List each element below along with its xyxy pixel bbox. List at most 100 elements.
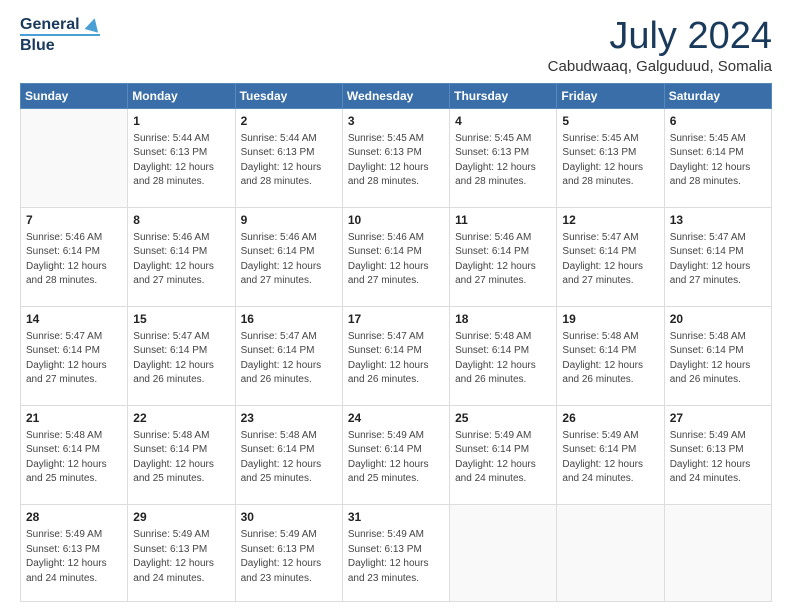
day-number: 5 xyxy=(562,113,658,130)
weekday-header: Friday xyxy=(557,83,664,108)
day-number: 13 xyxy=(670,212,766,229)
calendar-cell: 29Sunrise: 5:49 AM Sunset: 6:13 PM Dayli… xyxy=(128,505,235,602)
day-info: Sunrise: 5:48 AM Sunset: 6:14 PM Dayligh… xyxy=(26,429,122,487)
day-info: Sunrise: 5:49 AM Sunset: 6:14 PM Dayligh… xyxy=(562,429,658,487)
calendar-cell: 8 Sunrise: 5:46 AM Sunset: 6:14 PM Daylig… xyxy=(128,207,235,306)
day-number: 31 xyxy=(348,509,444,526)
day-number: 1 xyxy=(133,113,229,130)
calendar-week-row: 28 Sunrise: 5:49 AM Sunset: 6:13 PM Dayli… xyxy=(21,505,772,602)
day-info: Sunrise: 5:46 AM Sunset: 6:14 PM Dayligh… xyxy=(455,231,551,289)
day-number: 8 xyxy=(133,212,229,229)
day-number: 15 xyxy=(133,311,229,328)
day-info: Sunrise: 5:46 AM Sunset: 6:14 PM Dayligh… xyxy=(133,231,229,289)
calendar-cell: 4 Sunrise: 5:45 AM Sunset: 6:13 PM Daylig… xyxy=(450,108,557,207)
day-info: Sunrise: 5:47 AM Sunset: 6:14 PM Dayligh… xyxy=(241,330,337,388)
calendar-cell: 16 Sunrise: 5:47 AM Sunset: 6:14 PM Dayli… xyxy=(235,307,342,406)
day-number: 19 xyxy=(562,311,658,328)
page: General Blue July 2024 Cabudwaaq, Galgud… xyxy=(0,0,792,612)
day-info: Sunrise: 5:47 AM Sunset: 6:14 PM Dayligh… xyxy=(133,330,229,388)
day-info: Sunrise: 5:45 AM Sunset: 6:13 PM Dayligh… xyxy=(562,132,658,190)
day-number: 25 xyxy=(455,410,551,427)
calendar-cell: 20 Sunrise: 5:48 AM Sunset: 6:14 PM Dayli… xyxy=(664,307,771,406)
day-info: Sunrise: 5:47 AM Sunset: 6:14 PM Dayligh… xyxy=(348,330,444,388)
day-number: 28 xyxy=(26,509,122,526)
day-number: 4 xyxy=(455,113,551,130)
day-number: 14 xyxy=(26,311,122,328)
weekday-header: Tuesday xyxy=(235,83,342,108)
calendar-cell: 30 Sunrise: 5:49 AM Sunset: 6:13 PM Dayli… xyxy=(235,505,342,602)
weekday-header: Sunday xyxy=(21,83,128,108)
day-info: Sunrise: 5:46 AM Sunset: 6:14 PM Dayligh… xyxy=(26,231,122,289)
day-number: 11 xyxy=(455,212,551,229)
calendar-body: 1 Sunrise: 5:44 AM Sunset: 6:13 PM Daylig… xyxy=(21,108,772,601)
day-number: 6 xyxy=(670,113,766,130)
calendar-cell: 6Sunrise: 5:45 AM Sunset: 6:14 PM Daylig… xyxy=(664,108,771,207)
main-title: July 2024 xyxy=(548,16,772,58)
day-info: Sunrise: 5:49 AM Sunset: 6:13 PM Dayligh… xyxy=(26,528,122,586)
calendar-cell: 25Sunrise: 5:49 AM Sunset: 6:14 PM Dayli… xyxy=(450,406,557,505)
day-number: 24 xyxy=(348,410,444,427)
logo-brand: General Blue xyxy=(20,16,100,54)
day-info: Sunrise: 5:48 AM Sunset: 6:14 PM Dayligh… xyxy=(133,429,229,487)
day-info: Sunrise: 5:45 AM Sunset: 6:13 PM Dayligh… xyxy=(348,132,444,190)
day-number: 26 xyxy=(562,410,658,427)
day-info: Sunrise: 5:49 AM Sunset: 6:14 PM Dayligh… xyxy=(348,429,444,487)
calendar-cell: 23Sunrise: 5:48 AM Sunset: 6:14 PM Dayli… xyxy=(235,406,342,505)
day-info: Sunrise: 5:48 AM Sunset: 6:14 PM Dayligh… xyxy=(562,330,658,388)
calendar-cell: 2 Sunrise: 5:44 AM Sunset: 6:13 PM Daylig… xyxy=(235,108,342,207)
calendar-cell: 21 Sunrise: 5:48 AM Sunset: 6:14 PM Dayli… xyxy=(21,406,128,505)
calendar-cell: 12Sunrise: 5:47 AM Sunset: 6:14 PM Dayli… xyxy=(557,207,664,306)
logo-text: General Blue xyxy=(20,16,100,54)
day-info: Sunrise: 5:49 AM Sunset: 6:13 PM Dayligh… xyxy=(670,429,766,487)
day-number: 23 xyxy=(241,410,337,427)
day-number: 30 xyxy=(241,509,337,526)
day-number: 10 xyxy=(348,212,444,229)
calendar-cell: 28 Sunrise: 5:49 AM Sunset: 6:13 PM Dayli… xyxy=(21,505,128,602)
weekday-header: Saturday xyxy=(664,83,771,108)
calendar-cell: 14 Sunrise: 5:47 AM Sunset: 6:14 PM Dayli… xyxy=(21,307,128,406)
calendar-cell: 11 Sunrise: 5:46 AM Sunset: 6:14 PM Dayli… xyxy=(450,207,557,306)
calendar-header: SundayMondayTuesdayWednesdayThursdayFrid… xyxy=(21,83,772,108)
day-number: 27 xyxy=(670,410,766,427)
day-number: 3 xyxy=(348,113,444,130)
logo-blue: Blue xyxy=(20,34,100,55)
calendar-week-row: 21 Sunrise: 5:48 AM Sunset: 6:14 PM Dayli… xyxy=(21,406,772,505)
day-number: 16 xyxy=(241,311,337,328)
weekday-header: Wednesday xyxy=(342,83,449,108)
day-number: 2 xyxy=(241,113,337,130)
day-info: Sunrise: 5:48 AM Sunset: 6:14 PM Dayligh… xyxy=(670,330,766,388)
calendar-cell xyxy=(557,505,664,602)
logo-triangle-icon xyxy=(85,17,102,33)
logo-general: General xyxy=(20,16,100,34)
day-number: 7 xyxy=(26,212,122,229)
calendar-cell: 9Sunrise: 5:46 AM Sunset: 6:14 PM Daylig… xyxy=(235,207,342,306)
day-number: 18 xyxy=(455,311,551,328)
calendar-cell: 26 Sunrise: 5:49 AM Sunset: 6:14 PM Dayli… xyxy=(557,406,664,505)
day-number: 20 xyxy=(670,311,766,328)
calendar-cell xyxy=(21,108,128,207)
day-info: Sunrise: 5:47 AM Sunset: 6:14 PM Dayligh… xyxy=(26,330,122,388)
calendar-cell: 1Sunrise: 5:44 AM Sunset: 6:13 PM Daylig… xyxy=(128,108,235,207)
calendar-cell: 17Sunrise: 5:47 AM Sunset: 6:14 PM Dayli… xyxy=(342,307,449,406)
weekday-header: Monday xyxy=(128,83,235,108)
day-info: Sunrise: 5:49 AM Sunset: 6:13 PM Dayligh… xyxy=(133,528,229,586)
calendar-cell: 19 Sunrise: 5:48 AM Sunset: 6:14 PM Dayli… xyxy=(557,307,664,406)
calendar-cell: 18 Sunrise: 5:48 AM Sunset: 6:14 PM Dayli… xyxy=(450,307,557,406)
title-section: July 2024 Cabudwaaq, Galguduud, Somalia xyxy=(548,16,772,75)
day-info: Sunrise: 5:47 AM Sunset: 6:14 PM Dayligh… xyxy=(562,231,658,289)
calendar-week-row: 1 Sunrise: 5:44 AM Sunset: 6:13 PM Daylig… xyxy=(21,108,772,207)
calendar-cell: 27 Sunrise: 5:49 AM Sunset: 6:13 PM Dayli… xyxy=(664,406,771,505)
calendar-cell: 7 Sunrise: 5:46 AM Sunset: 6:14 PM Daylig… xyxy=(21,207,128,306)
day-info: Sunrise: 5:49 AM Sunset: 6:13 PM Dayligh… xyxy=(241,528,337,586)
calendar-week-row: 7 Sunrise: 5:46 AM Sunset: 6:14 PM Daylig… xyxy=(21,207,772,306)
day-info: Sunrise: 5:45 AM Sunset: 6:13 PM Dayligh… xyxy=(455,132,551,190)
day-info: Sunrise: 5:48 AM Sunset: 6:14 PM Dayligh… xyxy=(455,330,551,388)
day-info: Sunrise: 5:44 AM Sunset: 6:13 PM Dayligh… xyxy=(241,132,337,190)
calendar-table: SundayMondayTuesdayWednesdayThursdayFrid… xyxy=(20,83,772,602)
calendar-cell: 13Sunrise: 5:47 AM Sunset: 6:14 PM Dayli… xyxy=(664,207,771,306)
day-info: Sunrise: 5:49 AM Sunset: 6:13 PM Dayligh… xyxy=(348,528,444,586)
calendar-cell xyxy=(450,505,557,602)
day-number: 21 xyxy=(26,410,122,427)
calendar-cell: 15 Sunrise: 5:47 AM Sunset: 6:14 PM Dayli… xyxy=(128,307,235,406)
day-info: Sunrise: 5:46 AM Sunset: 6:14 PM Dayligh… xyxy=(348,231,444,289)
